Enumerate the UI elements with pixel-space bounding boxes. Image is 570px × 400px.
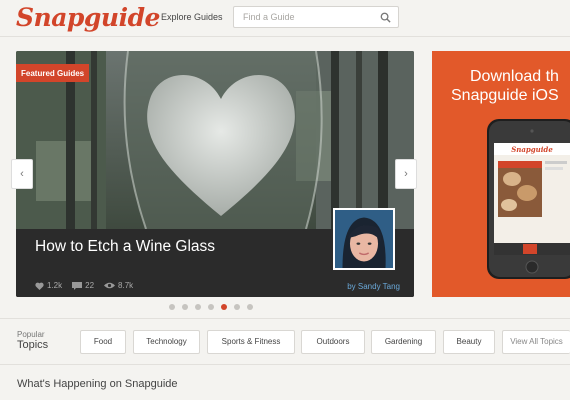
topic-technology-button[interactable]: Technology [133, 330, 200, 354]
featured-guides-tag: Featured Guides [16, 64, 90, 82]
carousel-pagination [169, 304, 253, 310]
promo-headline-line1: Download th [470, 68, 559, 85]
search-input[interactable] [243, 12, 373, 22]
likes-stat: 1.2k [35, 281, 62, 290]
top-header: Snapguide Explore Guides [0, 0, 570, 37]
view-all-topics-button[interactable]: View All Topics [502, 330, 570, 354]
author-byline[interactable]: by Sandy Tang [347, 282, 400, 291]
explore-guides-link[interactable]: Explore Guides [161, 12, 223, 22]
likes-count: 1.2k [47, 281, 63, 290]
topics-divider [0, 318, 570, 319]
carousel-dot[interactable] [182, 304, 188, 310]
chevron-left-icon: ‹ [20, 168, 24, 180]
topic-outdoors-button[interactable]: Outdoors [301, 330, 365, 354]
carousel-dot[interactable] [247, 304, 253, 310]
whats-happening-heading: What's Happening on Snapguide [17, 378, 178, 390]
topic-food-button[interactable]: Food [80, 330, 126, 354]
carousel-next-button[interactable]: › [395, 159, 417, 189]
topic-gardening-button[interactable]: Gardening [371, 330, 436, 354]
popular-label: Popular [17, 330, 45, 339]
carousel-dot[interactable] [221, 304, 227, 310]
guide-title[interactable]: How to Etch a Wine Glass [35, 238, 215, 256]
eye-icon [104, 282, 116, 289]
featured-carousel[interactable]: Featured Guides How to Etch a Wine Glass… [16, 51, 414, 297]
carousel-dot[interactable] [234, 304, 240, 310]
topic-beauty-button[interactable]: Beauty [443, 330, 495, 354]
views-count: 8.7k [118, 281, 134, 290]
promo-headline-line2: Snapguide iOS [451, 87, 559, 104]
heart-icon [35, 282, 44, 290]
comments-count: 22 [85, 281, 95, 290]
snapguide-logo[interactable]: Snapguide [16, 3, 160, 32]
section-divider [0, 364, 570, 365]
carousel-prev-button[interactable]: ‹ [11, 159, 33, 189]
topic-sports-fitness-button[interactable]: Sports & Fitness [207, 330, 295, 354]
comment-icon [72, 281, 83, 290]
carousel-dot[interactable] [169, 304, 175, 310]
svg-text:Snapguide: Snapguide [511, 145, 553, 154]
iphone-image: Snapguide [487, 119, 570, 279]
popular-topics-label: Popular Topics [17, 330, 48, 352]
search-icon[interactable] [380, 12, 391, 23]
guide-stats: 1.2k 22 8.7k [35, 281, 133, 290]
topics-label: Topics [17, 339, 49, 352]
carousel-dot[interactable] [195, 304, 201, 310]
search-box[interactable] [233, 6, 399, 28]
chevron-right-icon: › [404, 168, 408, 180]
author-avatar[interactable] [333, 208, 395, 270]
views-stat: 8.7k [104, 281, 133, 290]
carousel-dot[interactable] [208, 304, 214, 310]
ios-app-promo[interactable]: Download th Snapguide iOS Snapguide [432, 51, 570, 297]
comments-stat: 22 [72, 281, 94, 290]
